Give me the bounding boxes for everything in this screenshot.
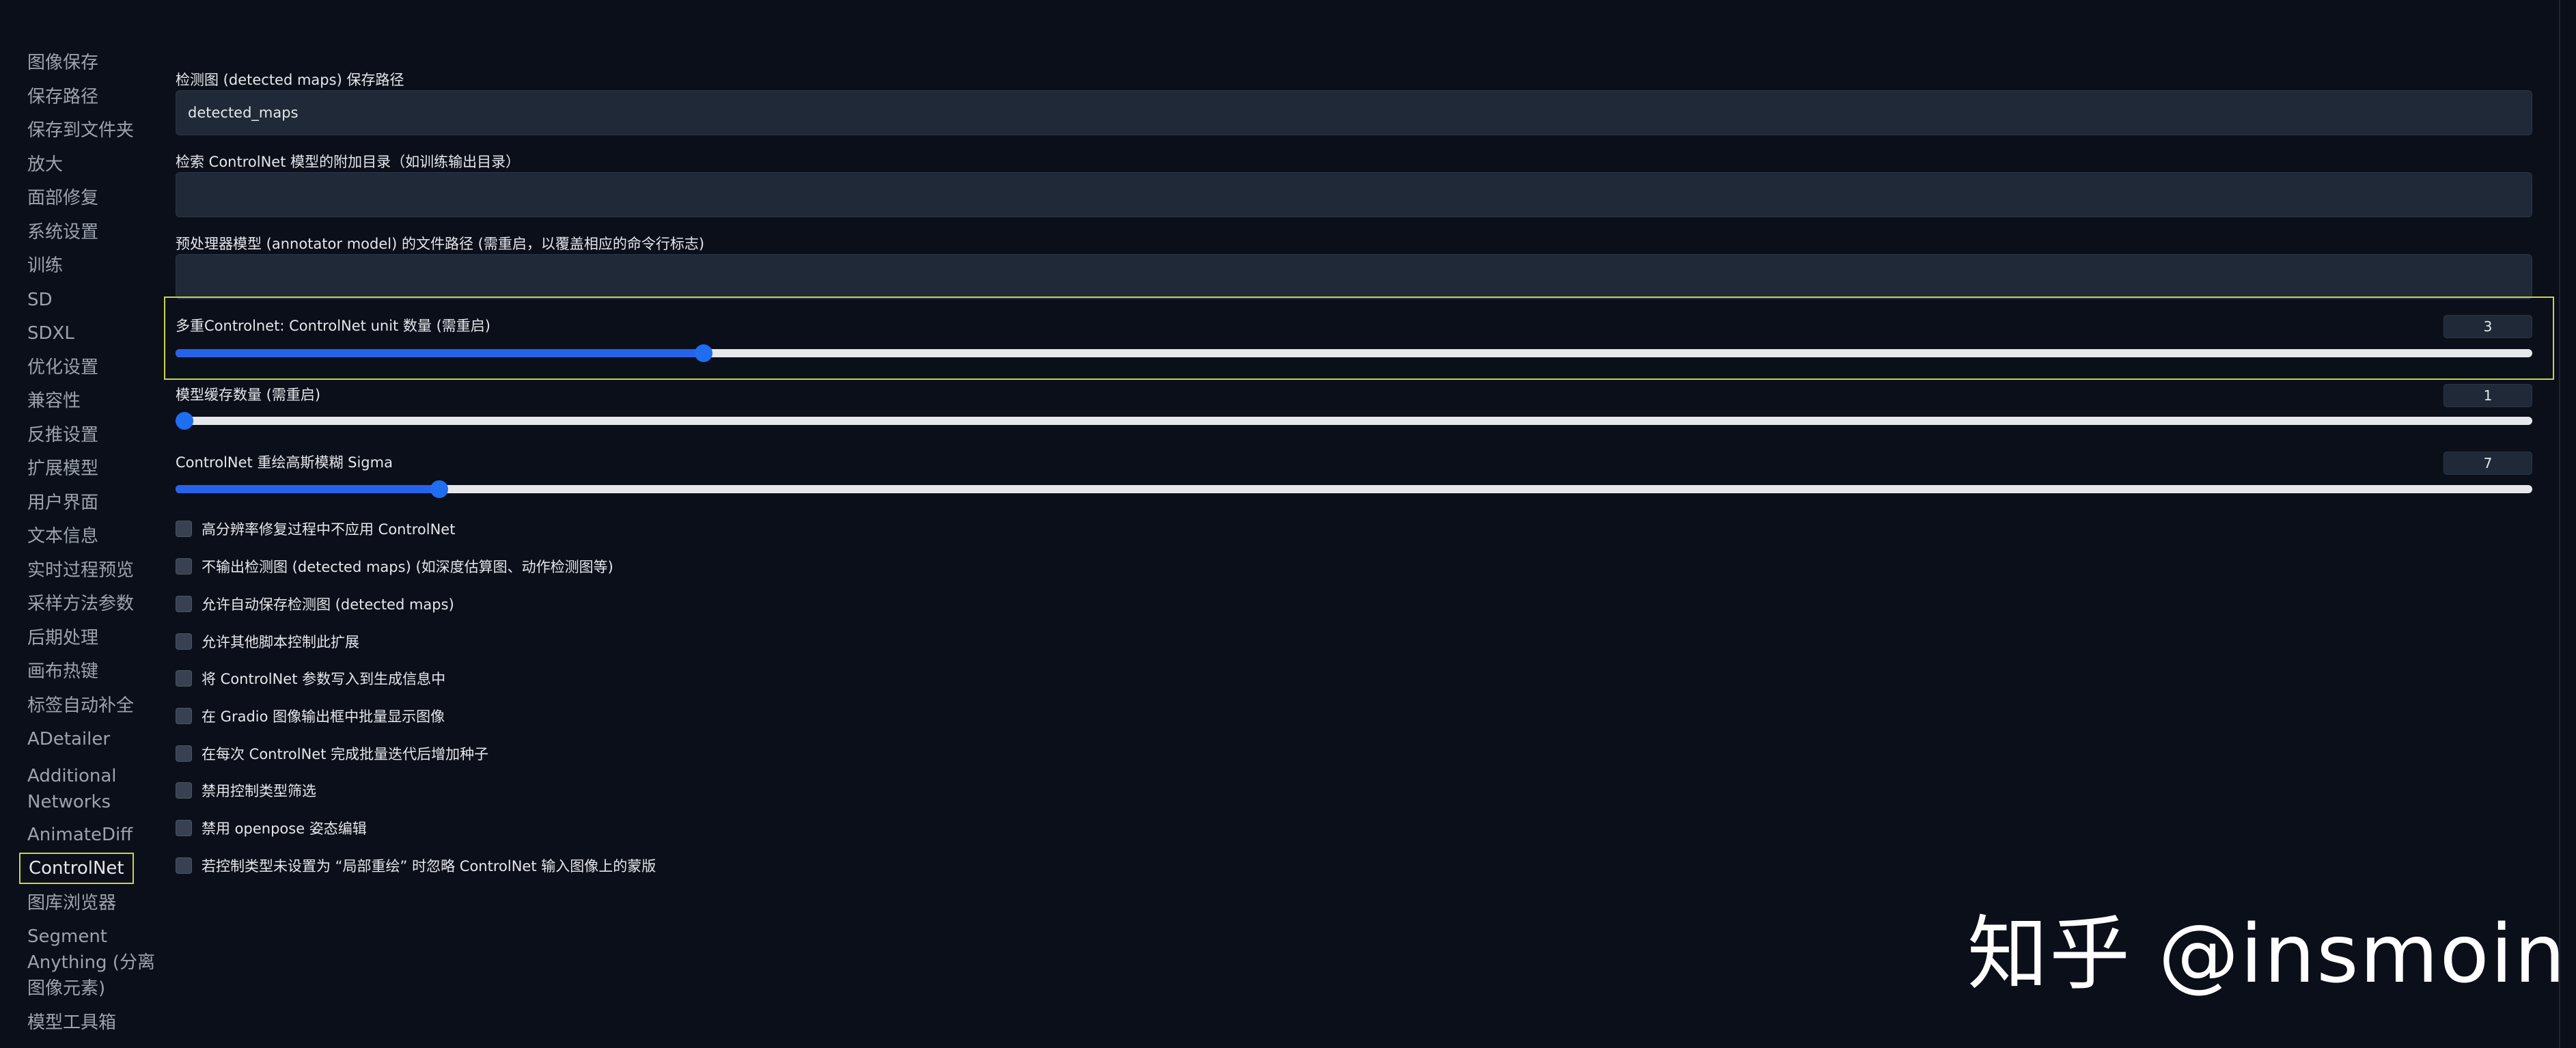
sidebar-item-live-preview[interactable]: 实时过程预览 — [27, 557, 134, 583]
multi-unit-highlight — [164, 297, 2554, 380]
checkbox[interactable] — [176, 633, 192, 650]
checkbox-label: 在 Gradio 图像输出框中批量显示图像 — [202, 708, 445, 725]
multi-unit-number-input[interactable]: 3 — [2443, 315, 2532, 338]
extra-models-dir-input[interactable] — [176, 172, 2532, 217]
extra-models-dir-label: 检索 ControlNet 模型的附加目录（如训练输出目录） — [176, 154, 521, 170]
checkbox[interactable] — [176, 670, 192, 687]
multi-unit-slider[interactable] — [176, 344, 2532, 362]
model-cache-label: 模型缓存数量 (需重启) — [176, 387, 321, 403]
model-cache-slider-thumb[interactable] — [176, 412, 193, 430]
checkbox-label: 若控制类型未设置为 “局部重绘” 时忽略 ControlNet 输入图像上的蒙版 — [202, 858, 656, 874]
annotator-path-input[interactable] — [176, 254, 2532, 299]
checkbox[interactable] — [176, 521, 192, 537]
sidebar-item-training[interactable]: 训练 — [27, 253, 63, 279]
sidebar-item-image-save[interactable]: 图像保存 — [27, 50, 98, 76]
sidebar-item-segment-anything-line2[interactable]: Anything (分离 — [27, 950, 155, 976]
checkbox-row[interactable]: 将 ControlNet 参数写入到生成信息中 — [176, 668, 445, 689]
page-scrollbar[interactable] — [2559, 0, 2560, 1048]
checkbox-row[interactable]: 不输出检测图 (detected maps) (如深度估算图、动作检测图等) — [176, 556, 613, 577]
checkbox[interactable] — [176, 820, 192, 836]
sidebar-item-canvas-hotkeys[interactable]: 画布热键 — [27, 659, 98, 685]
checkbox[interactable] — [176, 745, 192, 762]
model-cache-number-input[interactable]: 1 — [2443, 384, 2532, 407]
blur-sigma-label: ControlNet 重绘高斯模糊 Sigma — [176, 454, 393, 471]
checkbox-label: 允许其他脚本控制此扩展 — [202, 634, 359, 650]
sidebar-item-compatibility[interactable]: 兼容性 — [27, 388, 81, 414]
multi-unit-label: 多重Controlnet: ControlNet unit 数量 (需重启) — [176, 318, 490, 334]
checkbox[interactable] — [176, 857, 192, 874]
checkbox-row[interactable]: 在 Gradio 图像输出框中批量显示图像 — [176, 706, 445, 726]
checkbox-label: 高分辨率修复过程中不应用 ControlNet — [202, 521, 456, 538]
checkbox-label: 在每次 ControlNet 完成批量迭代后增加种子 — [202, 746, 489, 762]
sidebar-item-user-interface[interactable]: 用户界面 — [27, 490, 98, 516]
sidebar-item-tag-autocomplete[interactable]: 标签自动补全 — [27, 693, 134, 719]
model-cache-slider[interactable] — [176, 412, 2532, 430]
checkbox[interactable] — [176, 558, 192, 575]
sidebar-item-save-path[interactable]: 保存路径 — [27, 84, 98, 110]
blur-sigma-slider-fill — [176, 485, 440, 493]
sidebar-item-model-toolkit[interactable]: 模型工具箱 — [27, 1010, 116, 1036]
blur-sigma-number-input[interactable]: 7 — [2443, 452, 2532, 475]
sidebar-item-save-to-folder[interactable]: 保存到文件夹 — [27, 118, 134, 143]
checkbox-row[interactable]: 高分辨率修复过程中不应用 ControlNet — [176, 519, 455, 539]
checkbox-row[interactable]: 禁用 openpose 姿态编辑 — [176, 818, 367, 838]
sidebar-item-system[interactable]: 系统设置 — [27, 219, 98, 245]
checkbox[interactable] — [176, 708, 192, 724]
sidebar-item-sdxl[interactable]: SDXL — [27, 320, 74, 346]
blur-sigma-slider-thumb[interactable] — [430, 480, 449, 498]
detected-maps-path-input[interactable]: detected_maps — [176, 90, 2532, 135]
checkbox-row[interactable]: 若控制类型未设置为 “局部重绘” 时忽略 ControlNet 输入图像上的蒙版 — [176, 855, 656, 876]
sidebar-item-sampler-params[interactable]: 采样方法参数 — [27, 591, 134, 617]
detected-maps-path-label: 检测图 (detected maps) 保存路径 — [176, 72, 404, 88]
sidebar-item-animatediff[interactable]: AnimateDiff — [27, 822, 133, 848]
sidebar-item-segment-anything-line3[interactable]: 图像元素) — [27, 976, 105, 1002]
settings-sidebar: 图像保存 保存路径 保存到文件夹 放大 面部修复 系统设置 训练 SD SDXL… — [0, 0, 157, 1048]
sidebar-item-optimization[interactable]: 优化设置 — [27, 355, 98, 381]
checkbox-row[interactable]: 禁用控制类型筛选 — [176, 780, 316, 801]
checkbox-label: 禁用 openpose 姿态编辑 — [202, 821, 367, 837]
blur-sigma-slider[interactable] — [176, 480, 2532, 498]
sidebar-item-extra-networks[interactable]: 扩展模型 — [27, 456, 98, 482]
sidebar-item-additional-networks-line2[interactable]: Networks — [27, 789, 111, 815]
detected-maps-path-value: detected_maps — [188, 105, 299, 121]
sidebar-item-upscale[interactable]: 放大 — [27, 152, 63, 178]
checkbox-label: 允许自动保存检测图 (detected maps) — [202, 596, 454, 613]
sidebar-item-infotext[interactable]: 文本信息 — [27, 523, 98, 549]
checkbox-label: 将 ControlNet 参数写入到生成信息中 — [202, 671, 446, 687]
checkbox-row[interactable]: 在每次 ControlNet 完成批量迭代后增加种子 — [176, 743, 488, 764]
multi-unit-slider-fill — [176, 349, 704, 357]
sidebar-item-interrogate[interactable]: 反推设置 — [27, 422, 98, 448]
checkbox[interactable] — [176, 596, 192, 612]
sidebar-item-face-restore[interactable]: 面部修复 — [27, 185, 98, 211]
checkbox-label: 不输出检测图 (detected maps) (如深度估算图、动作检测图等) — [202, 559, 613, 575]
sidebar-item-gallery-browser[interactable]: 图库浏览器 — [27, 890, 116, 916]
sidebar-item-adetailer[interactable]: ADetailer — [27, 726, 110, 752]
annotator-path-label: 预处理器模型 (annotator model) 的文件路径 (需重启，以覆盖相… — [176, 236, 705, 252]
checkbox-row[interactable]: 允许其他脚本控制此扩展 — [176, 631, 359, 652]
checkbox[interactable] — [176, 782, 192, 799]
multi-unit-slider-thumb[interactable] — [694, 344, 712, 362]
sidebar-item-postprocessing[interactable]: 后期处理 — [27, 625, 98, 651]
sidebar-item-sd[interactable]: SD — [27, 287, 53, 313]
zhihu-watermark: 知乎 @insmoin — [1967, 907, 2567, 1001]
checkbox-row[interactable]: 允许自动保存检测图 (detected maps) — [176, 594, 454, 614]
checkbox-label: 禁用控制类型筛选 — [202, 783, 316, 799]
sidebar-item-segment-anything-line1[interactable]: Segment — [27, 924, 107, 950]
sidebar-item-additional-networks-line1[interactable]: Additional — [27, 763, 117, 789]
sidebar-item-controlnet[interactable]: ControlNet — [19, 853, 134, 884]
